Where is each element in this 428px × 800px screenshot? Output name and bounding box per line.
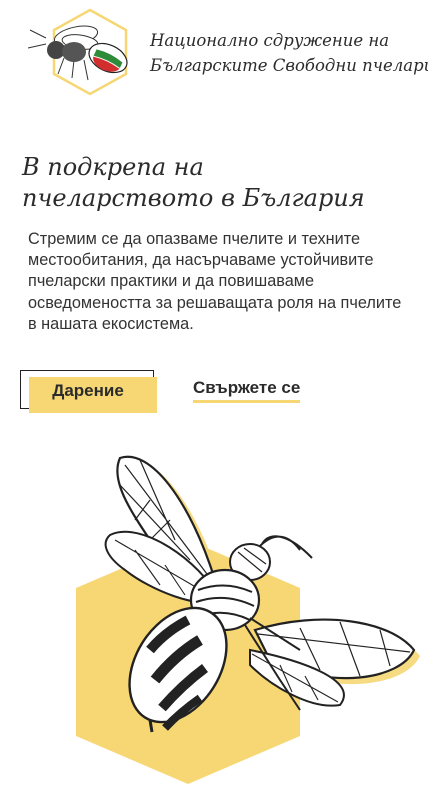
org-name-line-1: Национално сдружение на	[150, 31, 390, 50]
org-name-line-2: Българските Свободни пчелари	[150, 56, 428, 75]
hero-description: Стремим се да опазваме пчелите и техните…	[28, 230, 402, 333]
bee-illustration-icon	[76, 455, 420, 784]
bee-logo-icon[interactable]	[24, 8, 140, 96]
donate-button[interactable]: Дарение	[20, 370, 157, 413]
hero-title-line-2: пчеларството в България	[22, 184, 365, 212]
hero-title: В подкрепа на пчеларството в България	[22, 152, 412, 214]
contact-link[interactable]: Свържете се	[193, 378, 301, 403]
org-name: Национално сдружение на Българските Своб…	[150, 28, 428, 78]
hero-title-line-1: В подкрепа на	[22, 153, 204, 181]
donate-button-label: Дарение	[52, 381, 124, 400]
site-header: Национално сдружение на Българските Своб…	[0, 0, 428, 100]
